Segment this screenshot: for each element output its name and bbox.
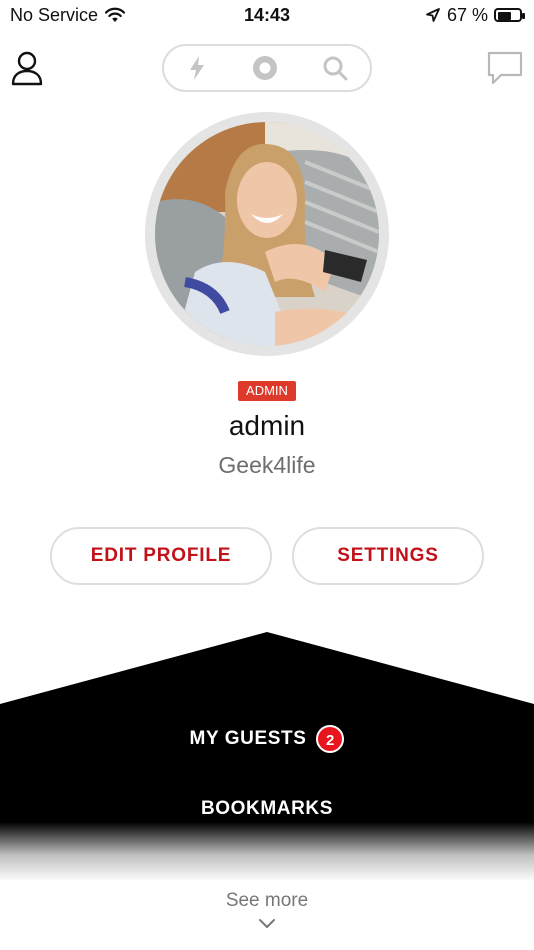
status-left: No Service xyxy=(0,5,126,26)
wifi-icon xyxy=(104,7,126,22)
avatar[interactable] xyxy=(155,122,379,346)
edit-profile-button[interactable]: EDIT PROFILE xyxy=(50,527,272,585)
battery-level xyxy=(498,12,512,20)
settings-button[interactable]: SETTINGS xyxy=(292,527,484,585)
top-nav xyxy=(0,38,534,98)
my-guests-label: MY GUESTS xyxy=(189,728,307,749)
user-profile-icon[interactable] xyxy=(10,50,44,86)
status-bar: No Service 14:43 67 % xyxy=(0,0,534,30)
menu-fade-overlay xyxy=(0,822,534,882)
bookmarks-label: BOOKMARKS xyxy=(200,798,334,819)
see-more-link[interactable]: See more xyxy=(0,890,534,912)
avatar-photo xyxy=(155,122,379,346)
battery-percent: 67 % xyxy=(446,4,488,25)
record-circle-icon[interactable] xyxy=(251,54,279,82)
username: admin xyxy=(228,410,306,441)
search-icon[interactable] xyxy=(322,55,348,81)
lightning-icon[interactable] xyxy=(186,55,208,81)
carrier-label: No Service xyxy=(10,4,99,25)
bookmarks-item[interactable]: BOOKMARKS xyxy=(0,794,534,824)
chat-bubble-icon[interactable] xyxy=(487,50,523,86)
status-right: 67 % xyxy=(425,5,534,26)
guests-count-badge: 2 xyxy=(316,725,345,753)
my-guests-item[interactable]: MY GUESTS 2 xyxy=(0,724,534,754)
battery-icon xyxy=(494,8,525,22)
role-badge: ADMIN xyxy=(238,381,296,401)
location-arrow-icon xyxy=(426,8,440,22)
feed-switcher xyxy=(162,44,372,92)
profile-tagline: Geek4life xyxy=(218,452,316,478)
chevron-down-icon[interactable] xyxy=(258,918,276,930)
